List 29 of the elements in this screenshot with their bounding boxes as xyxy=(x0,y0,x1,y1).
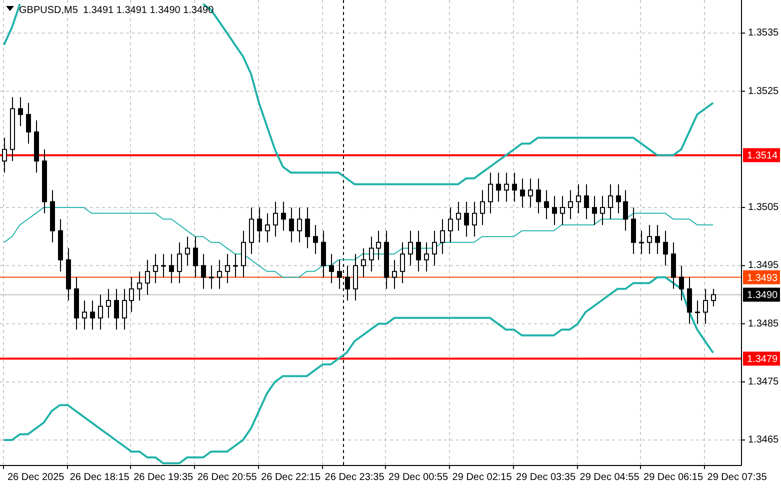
y-tick-label: 1.3475 xyxy=(748,376,779,388)
price-tag: 1.3479 xyxy=(743,352,780,366)
x-tick-label: 26 Dec 19:35 xyxy=(134,472,194,483)
symbol-label: GBPUSD,M5 xyxy=(19,5,78,16)
y-tick-label: 1.3505 xyxy=(748,202,779,213)
bid-price-tag: 1.3490 xyxy=(743,288,780,302)
ref-line-label: 1.3479 xyxy=(747,354,778,366)
ref-line-label: 1.3490 xyxy=(747,290,778,302)
y-tick-label: 1.3525 xyxy=(748,86,779,97)
x-tick-label: 26 Dec 18:15 xyxy=(70,472,130,483)
price-tag: 1.3514 xyxy=(743,148,780,162)
x-tick-label: 29 Dec 02:15 xyxy=(452,472,512,483)
ref-line-label: 1.3514 xyxy=(747,150,778,162)
ref-line-label: 1.3493 xyxy=(747,272,778,284)
price-tag: 1.3493 xyxy=(743,270,780,284)
x-tick-label: 26 Dec 23:35 xyxy=(324,472,384,483)
x-tick-label: 29 Dec 06:15 xyxy=(644,472,704,483)
y-tick-label: 1.3495 xyxy=(748,260,779,272)
x-tick-label: 29 Dec 03:35 xyxy=(516,472,576,483)
x-tick-label: 29 Dec 04:55 xyxy=(580,472,640,483)
x-tick-label: 26 Dec 22:15 xyxy=(261,472,321,483)
x-tick-label: 29 Dec 07:35 xyxy=(707,472,767,483)
x-tick-label: 26 Dec 20:55 xyxy=(197,472,257,483)
y-tick-label: 1.3535 xyxy=(748,28,779,39)
y-tick-label: 1.3485 xyxy=(748,318,779,330)
x-tick-label: 26 Dec 2025 xyxy=(8,472,64,483)
x-tick-label: 29 Dec 00:55 xyxy=(388,472,448,483)
dropdown-icon[interactable] xyxy=(6,6,14,11)
y-tick-label: 1.3465 xyxy=(748,434,779,446)
